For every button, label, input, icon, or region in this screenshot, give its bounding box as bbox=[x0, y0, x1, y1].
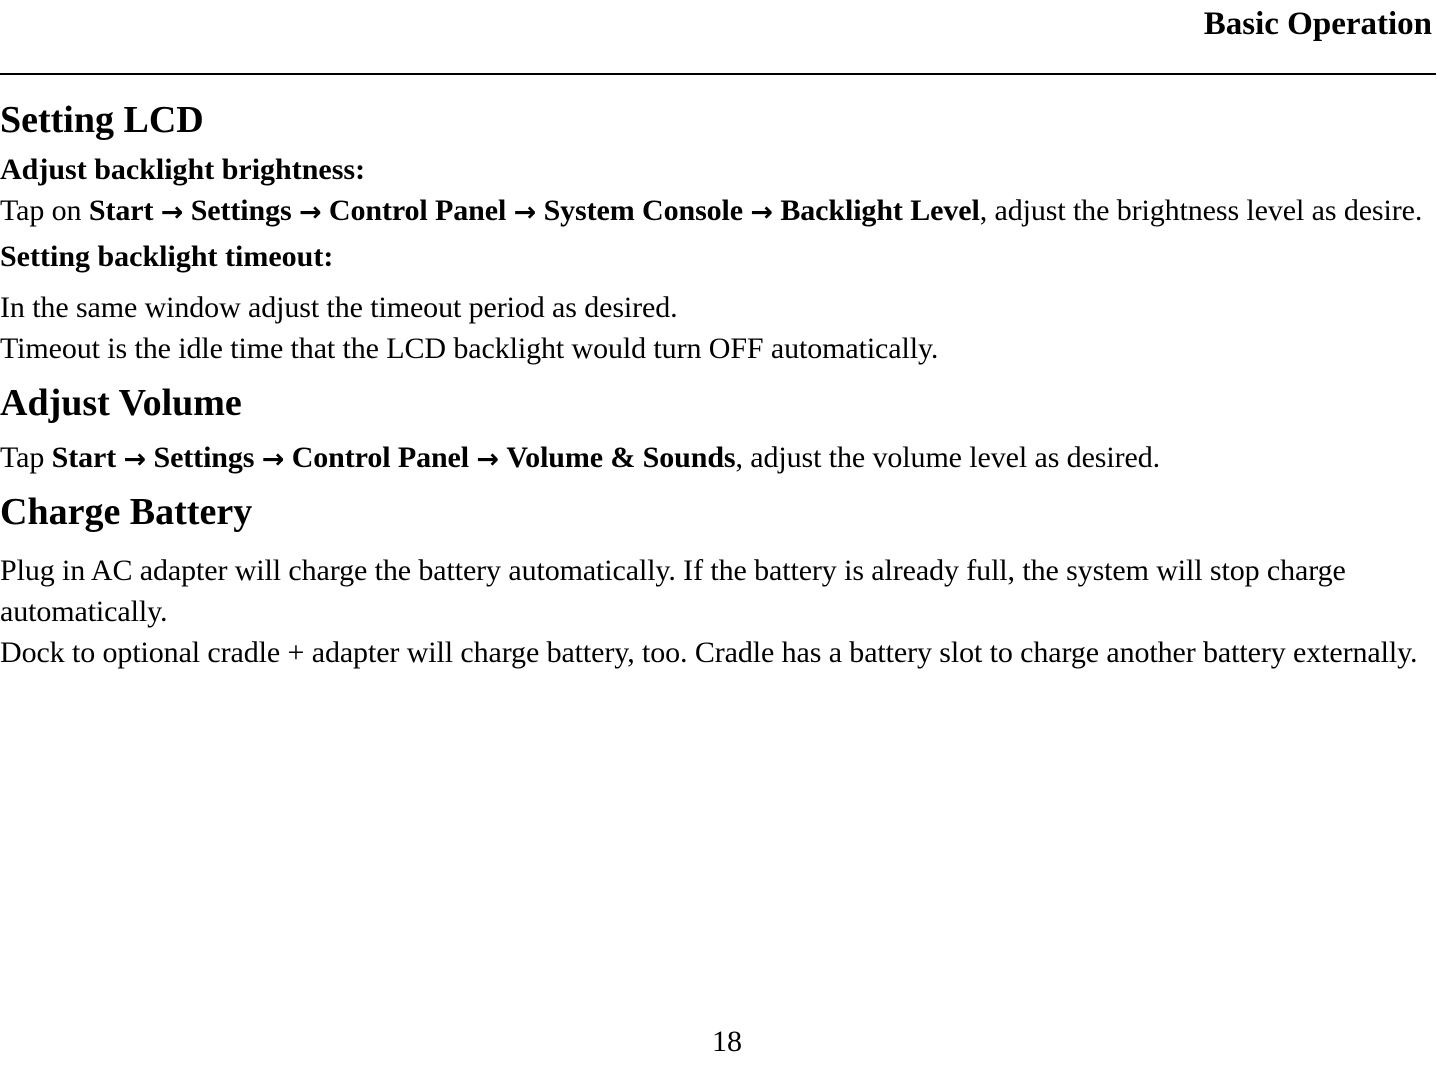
paragraph-timeout-line-2: Timeout is the idle time that the LCD ba… bbox=[0, 332, 939, 365]
paragraph-timeout-line-1: In the same window adjust the timeout pe… bbox=[0, 291, 678, 324]
paragraph-charge-battery-2: Dock to optional cradle + adapter will c… bbox=[0, 636, 1418, 669]
menu-path-control-panel: Control Panel bbox=[328, 194, 507, 227]
document-page: Basic Operation Setting LCD Adjust backl… bbox=[0, 0, 1438, 1065]
menu-path-start: Start bbox=[88, 194, 154, 227]
menu-path-system-console: System Console bbox=[543, 194, 744, 227]
menu-path-volume-and-sounds: Volume & Sounds bbox=[506, 441, 736, 474]
paragraph-volume-steps: Tap Start → Settings → Control Panel → V… bbox=[0, 437, 1438, 478]
text-tap: Tap bbox=[0, 441, 52, 474]
menu-path-settings: Settings bbox=[190, 194, 292, 227]
menu-path-start: Start bbox=[51, 441, 117, 474]
paragraph-brightness-steps: Tap on Start → Settings → Control Panel … bbox=[0, 190, 1438, 231]
header-title: Basic Operation bbox=[1203, 6, 1432, 42]
text-volume-tail: , adjust the volume level as desired. bbox=[735, 441, 1161, 474]
subheading-adjust-backlight-brightness: Adjust backlight brightness: bbox=[0, 153, 366, 186]
arrow-right-icon: → bbox=[513, 197, 537, 228]
text-brightness-tail: , adjust the brightness level as desire. bbox=[979, 194, 1423, 227]
arrow-right-icon: → bbox=[476, 444, 499, 475]
menu-path-control-panel: Control Panel bbox=[291, 441, 470, 474]
text-tap-on: Tap on bbox=[0, 194, 89, 227]
arrow-right-icon: → bbox=[750, 197, 773, 228]
section-heading-charge-battery: Charge Battery bbox=[0, 491, 253, 533]
arrow-right-icon: → bbox=[123, 444, 147, 475]
page-number: 18 bbox=[712, 1025, 742, 1058]
page-footer: 18 bbox=[0, 1024, 1438, 1060]
menu-path-backlight-level: Backlight Level bbox=[780, 194, 980, 227]
running-header: Basic Operation bbox=[0, 0, 1432, 44]
subheading-setting-backlight-timeout: Setting backlight timeout: bbox=[0, 240, 334, 273]
section-heading-setting-lcd: Setting LCD bbox=[0, 99, 204, 141]
paragraph-charge-battery-1: Plug in AC adapter will charge the batte… bbox=[0, 554, 1346, 628]
arrow-right-icon: → bbox=[160, 197, 184, 228]
section-heading-adjust-volume: Adjust Volume bbox=[0, 382, 242, 424]
arrow-right-icon: → bbox=[298, 197, 322, 228]
document-body: Setting LCD Adjust backlight brightness:… bbox=[0, 96, 1438, 673]
header-divider bbox=[0, 73, 1436, 75]
menu-path-settings: Settings bbox=[153, 441, 255, 474]
arrow-right-icon: → bbox=[261, 444, 285, 475]
